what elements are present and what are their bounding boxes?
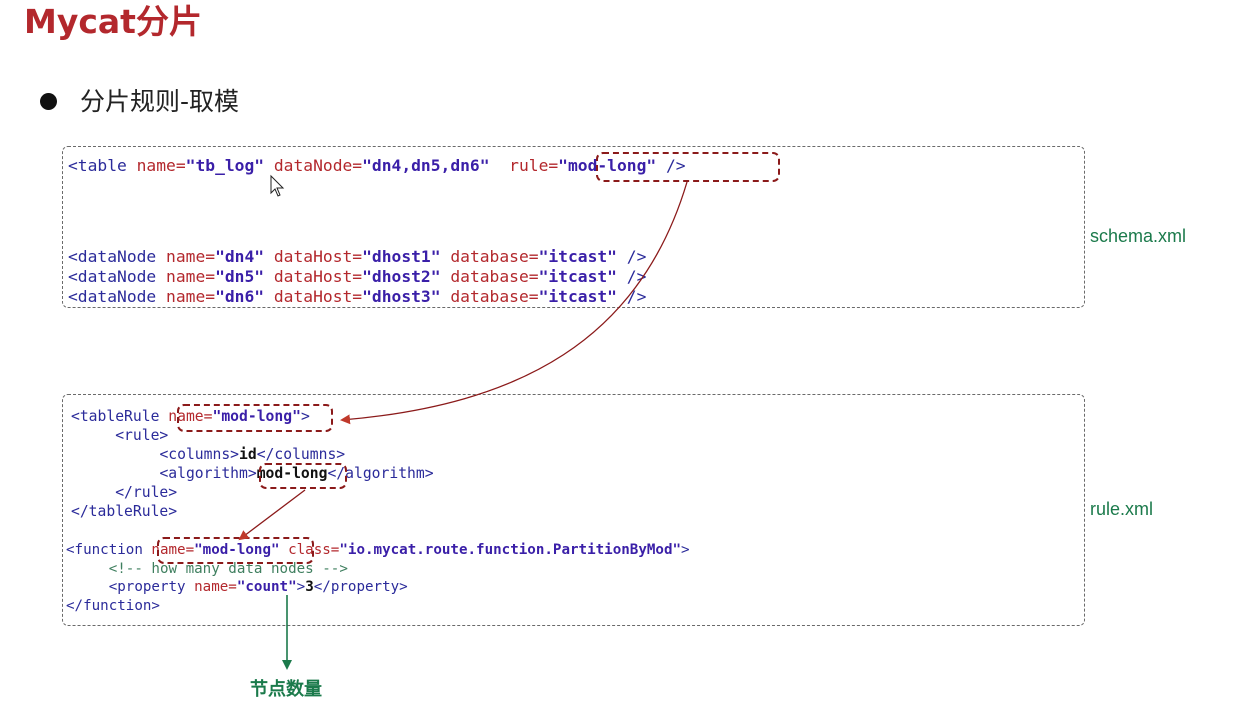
datanode-host-attr: dataHost=: [264, 247, 363, 266]
table-tag: <table: [68, 156, 127, 175]
algorithm-open-tag: <algorithm>: [159, 465, 257, 482]
datanode-name-attr: name=: [156, 267, 216, 286]
algorithm-value-highlight: [259, 463, 347, 489]
property-value: 3: [305, 579, 314, 595]
datanode-line: <dataNode name="dn5" dataHost="dhost2" d…: [68, 267, 646, 287]
tablerule-name-highlight: [177, 404, 333, 432]
datanode-db-attr: database=: [440, 247, 539, 266]
rule-file-label: rule.xml: [1090, 499, 1154, 519]
datanode-close: />: [616, 287, 647, 306]
columns-close-tag: </columns>: [256, 446, 346, 463]
datanode-host-attr: dataHost=: [264, 267, 363, 286]
bullet-dot-icon: [40, 93, 57, 110]
function-class-value: "io.mycat.route.function.PartitionByMod": [339, 542, 682, 558]
columns-open-tag: <columns>: [159, 446, 240, 463]
node-count-label: 节点数量: [250, 679, 322, 700]
datanode-db-value: "itcast": [538, 287, 617, 306]
datanode-db-attr: database=: [440, 287, 539, 306]
datanode-host-value: "dhost2": [362, 267, 441, 286]
tablerule-close-tag: </tableRule>: [71, 503, 178, 520]
datanode-tag: <dataNode: [68, 247, 157, 266]
property-name-value: "count": [236, 579, 297, 595]
datanode-tag: <dataNode: [68, 287, 157, 306]
datanode-close: />: [616, 267, 647, 286]
function-open-end: >: [681, 542, 690, 558]
table-datanode-value: "dn4,dn5,dn6": [362, 156, 490, 175]
property-gt: >: [296, 579, 306, 595]
property-name-attr: name=: [185, 579, 237, 595]
tablerule-tag: <tableRule: [71, 408, 160, 425]
datanode-name-attr: name=: [156, 247, 216, 266]
schema-table-line: <table name="tb_log" dataNode="dn4,dn5,d…: [68, 156, 686, 176]
property-close-tag: </property>: [313, 579, 408, 595]
datanode-host-attr: dataHost=: [264, 287, 363, 306]
slide-title: Mycat分片: [24, 2, 202, 41]
rule-open-tag: <rule>: [115, 427, 169, 444]
datanode-host-value: "dhost1": [362, 247, 441, 266]
datanode-host-value: "dhost3": [362, 287, 441, 306]
datanode-name-attr: name=: [156, 287, 216, 306]
datanode-close: />: [616, 247, 647, 266]
bullet-heading: 分片规则-取模: [80, 87, 240, 116]
count-arrow-head: [282, 660, 292, 670]
algorithm-line: <algorithm>mod-long</algorithm>: [71, 464, 433, 483]
table-name-attr: name=: [126, 156, 186, 175]
rule-close-tag: </rule>: [115, 484, 178, 501]
function-tag: <function: [66, 542, 143, 558]
slide: Mycat分片 分片规则-取模 <table name="tb_log" dat…: [0, 0, 1233, 723]
datanode-db-value: "itcast": [538, 247, 617, 266]
function-close-line: </function>: [66, 597, 690, 616]
schema-datanode-list: <dataNode name="dn4" dataHost="dhost1" d…: [68, 227, 646, 307]
datanode-name-value: "dn6": [215, 287, 265, 306]
schema-rule-highlight: [596, 152, 780, 182]
columns-line: <columns>id</columns>: [71, 445, 434, 464]
tablerule-close-line: </tableRule>: [71, 502, 434, 521]
table-rule-attr: rule=: [509, 156, 559, 175]
property-tag: <property: [108, 579, 186, 595]
datanode-db-value: "itcast": [538, 267, 617, 286]
table-name-value: "tb_log": [185, 156, 265, 175]
datanode-db-attr: database=: [440, 267, 539, 286]
datanode-name-value: "dn4": [215, 247, 265, 266]
rule-close-line: </rule>: [71, 483, 434, 502]
datanode-name-value: "dn5": [215, 267, 265, 286]
datanode-line: <dataNode name="dn4" dataHost="dhost1" d…: [68, 247, 646, 267]
table-datanode-attr: dataNode=: [264, 156, 363, 175]
function-close-tag: </function>: [66, 597, 160, 614]
columns-value: id: [239, 446, 257, 463]
property-line: <property name="count">3</property>: [66, 578, 690, 597]
datanode-line: <dataNode name="dn6" dataHost="dhost3" d…: [68, 287, 646, 307]
datanode-tag: <dataNode: [68, 267, 157, 286]
schema-file-label: schema.xml: [1090, 226, 1187, 246]
function-name-highlight: [157, 537, 314, 564]
